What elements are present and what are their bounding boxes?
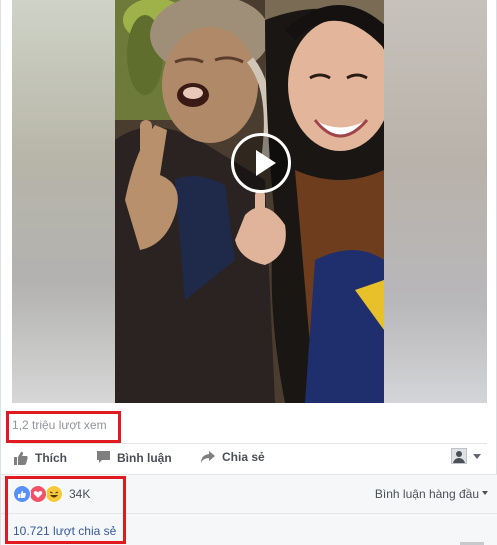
share-arrow-icon xyxy=(201,451,215,463)
video-player[interactable] xyxy=(12,0,487,403)
comment-label: Bình luận xyxy=(117,450,172,465)
share-button[interactable]: Chia sẻ xyxy=(200,450,265,464)
profile-selector[interactable] xyxy=(451,448,481,464)
action-bar: Thích Bình luận Chia sẻ xyxy=(12,443,487,474)
share-count-link[interactable]: 10.721 lượt chia sẻ xyxy=(13,524,116,538)
avatar-icon xyxy=(451,448,467,464)
play-button[interactable] xyxy=(231,133,291,193)
video-thumbnail[interactable] xyxy=(115,0,384,403)
thumbs-up-icon xyxy=(14,451,28,465)
comment-button[interactable]: Bình luận xyxy=(96,450,172,465)
divider xyxy=(1,513,497,514)
reactions-summary[interactable]: 34K xyxy=(13,485,90,503)
love-icon xyxy=(29,485,47,503)
play-icon xyxy=(256,150,276,176)
share-label: Chia sẻ xyxy=(222,450,265,464)
like-label: Thích xyxy=(35,451,67,465)
video-blur-left xyxy=(12,0,115,403)
comment-sort-dropdown[interactable]: Bình luận hàng đầu xyxy=(375,487,488,501)
reactions-area: 34K Bình luận hàng đầu 10.721 lượt chia … xyxy=(1,474,497,545)
video-blur-right xyxy=(384,0,487,403)
like-icon xyxy=(13,485,31,503)
post-card: 1,2 triệu lượt xem Thích Bình luận Chia … xyxy=(0,0,497,545)
chevron-down-icon xyxy=(482,491,488,495)
view-count: 1,2 triệu lượt xem xyxy=(12,418,107,432)
comment-sort-label: Bình luận hàng đầu xyxy=(374,487,479,501)
like-button[interactable]: Thích xyxy=(13,450,67,466)
chevron-down-icon xyxy=(473,453,481,459)
comment-icon xyxy=(97,451,110,463)
haha-icon xyxy=(45,485,63,503)
reaction-count: 34K xyxy=(69,487,91,501)
